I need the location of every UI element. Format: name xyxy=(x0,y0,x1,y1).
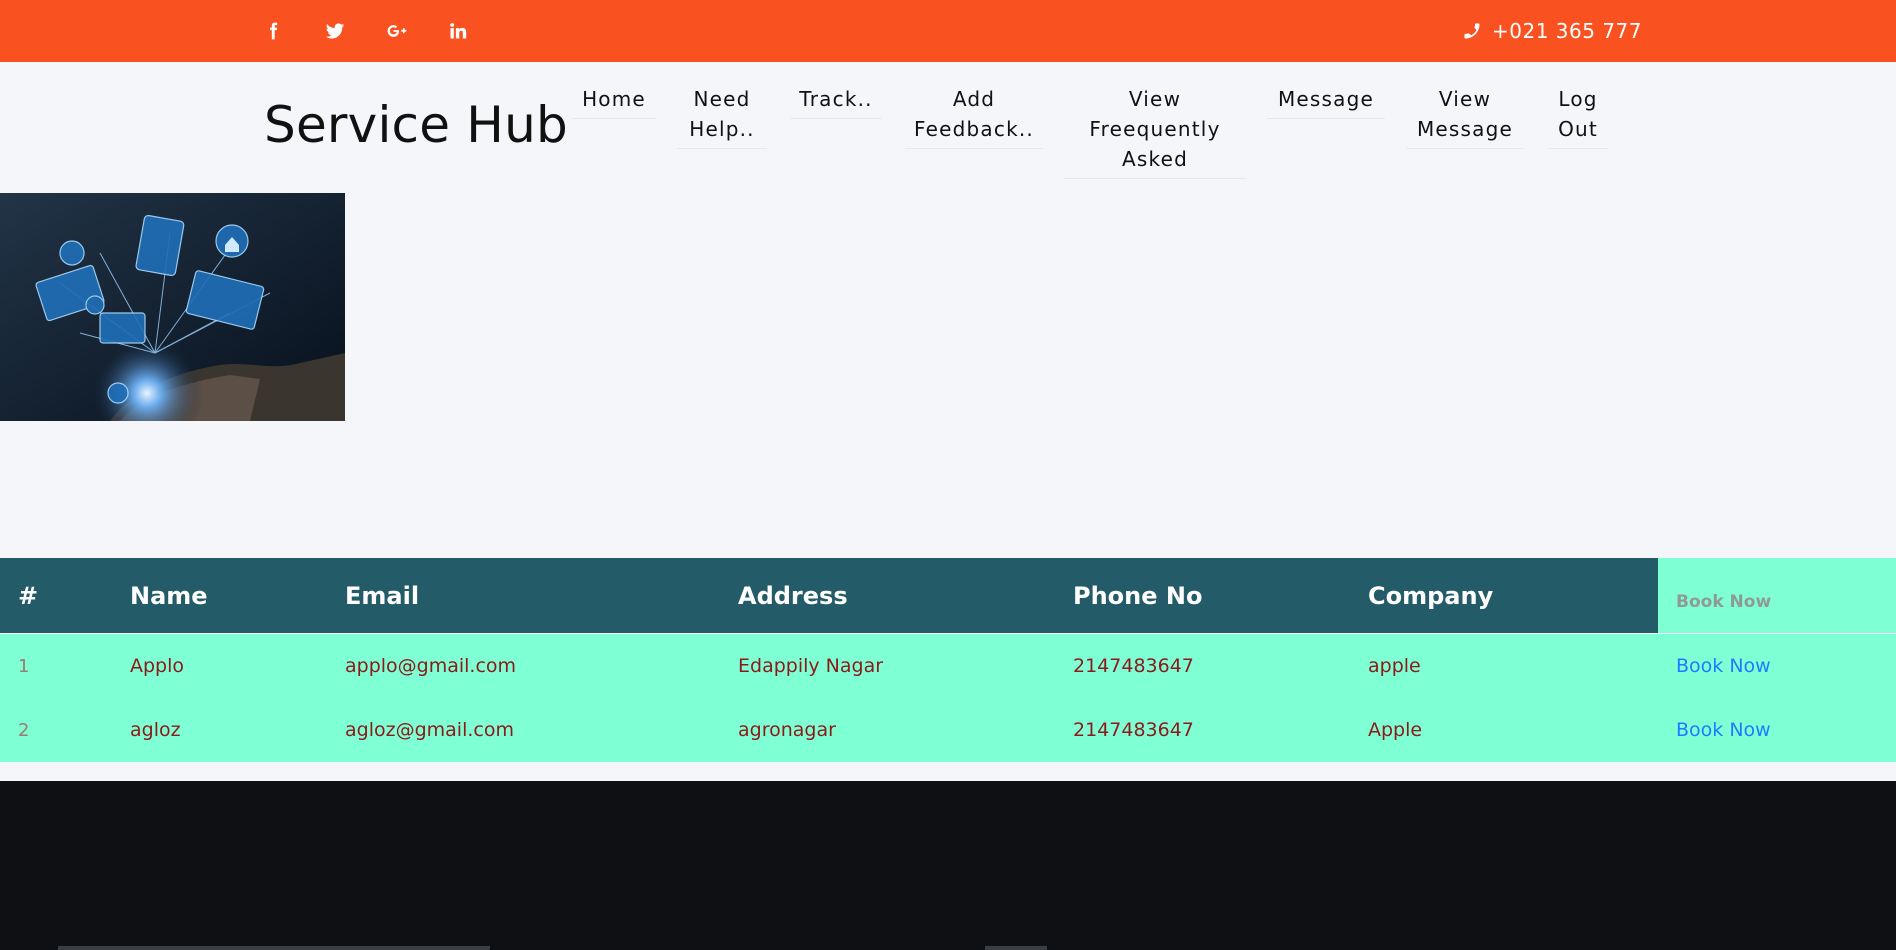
twitter-icon[interactable] xyxy=(315,0,355,62)
nav-label: Message xyxy=(1416,117,1514,141)
nav-label: Home xyxy=(582,87,646,111)
cell-name: agloz xyxy=(130,719,181,741)
scrollbar-thumb[interactable] xyxy=(985,946,1047,950)
cell-phone: 2147483647 xyxy=(1073,719,1194,741)
nav-label: Track.. xyxy=(799,87,873,111)
col-header-phone: Phone No xyxy=(1073,581,1203,610)
book-now-link[interactable]: Book Now xyxy=(1676,634,1771,698)
cell-name: Applo xyxy=(130,655,185,677)
cell-phone: 2147483647 xyxy=(1073,655,1194,677)
facebook-icon[interactable] xyxy=(253,0,293,62)
col-header-company: Company xyxy=(1368,581,1494,610)
nav-view-message[interactable]: View Message xyxy=(1406,84,1524,149)
cell-address: agronagar xyxy=(738,719,836,741)
nav-log-out[interactable]: Log Out xyxy=(1548,84,1608,149)
nav-home[interactable]: Home xyxy=(572,84,656,119)
nav-label: Need xyxy=(693,87,751,111)
companies-table: # Name Email Address Phone No Company Bo… xyxy=(0,558,1896,762)
linkedin-icon[interactable] xyxy=(438,0,478,62)
google-plus-icon[interactable] xyxy=(377,0,417,62)
scrollbar[interactable] xyxy=(58,946,490,950)
phone-contact: +021 365 777 xyxy=(1462,0,1642,62)
nav-label: Help.. xyxy=(689,117,755,141)
cell-company: apple xyxy=(1368,655,1421,677)
phone-number: +021 365 777 xyxy=(1492,19,1642,43)
table-row: 1 Applo applo@gmail.com Edappily Nagar 2… xyxy=(0,634,1896,698)
nav-need-help[interactable]: Need Help.. xyxy=(677,84,767,149)
nav-message[interactable]: Message xyxy=(1267,84,1385,119)
top-bar: +021 365 777 xyxy=(0,0,1896,62)
nav-label: Asked xyxy=(1122,147,1188,171)
footer xyxy=(0,781,1896,950)
col-header-address: Address xyxy=(738,581,848,610)
cell-email: applo@gmail.com xyxy=(345,655,517,677)
nav-track[interactable]: Track.. xyxy=(790,84,882,119)
cell-address: Edappily Nagar xyxy=(738,655,884,677)
table-header: # Name Email Address Phone No Company Bo… xyxy=(0,558,1896,633)
nav-label: Out xyxy=(1558,117,1598,141)
cell-company: Apple xyxy=(1368,719,1423,741)
nav-label: View xyxy=(1128,87,1182,111)
nav-label: Feedback.. xyxy=(914,117,1034,141)
nav-label: Add xyxy=(952,87,996,111)
cell-number: 1 xyxy=(18,655,30,677)
col-header-email: Email xyxy=(345,581,420,610)
site-brand[interactable]: Service Hub xyxy=(264,96,568,154)
nav-label: Message xyxy=(1277,87,1375,111)
nav-view-faq[interactable]: View Freequently Asked xyxy=(1064,84,1246,179)
cell-email: agloz@gmail.com xyxy=(345,719,514,741)
col-header-name: Name xyxy=(130,581,208,610)
col-header-book-now: Book Now xyxy=(1676,591,1772,612)
nav-label: Freequently xyxy=(1089,117,1221,141)
table-row: 2 agloz agloz@gmail.com agronagar 214748… xyxy=(0,698,1896,762)
book-now-link[interactable]: Book Now xyxy=(1676,698,1771,762)
nav-label: Log xyxy=(1558,87,1598,111)
hero-image xyxy=(0,193,345,421)
cell-number: 2 xyxy=(18,719,30,741)
nav-label: View xyxy=(1438,87,1492,111)
col-header-number: # xyxy=(18,581,39,610)
phone-icon xyxy=(1464,23,1480,39)
nav-add-feedback[interactable]: Add Feedback.. xyxy=(905,84,1043,149)
